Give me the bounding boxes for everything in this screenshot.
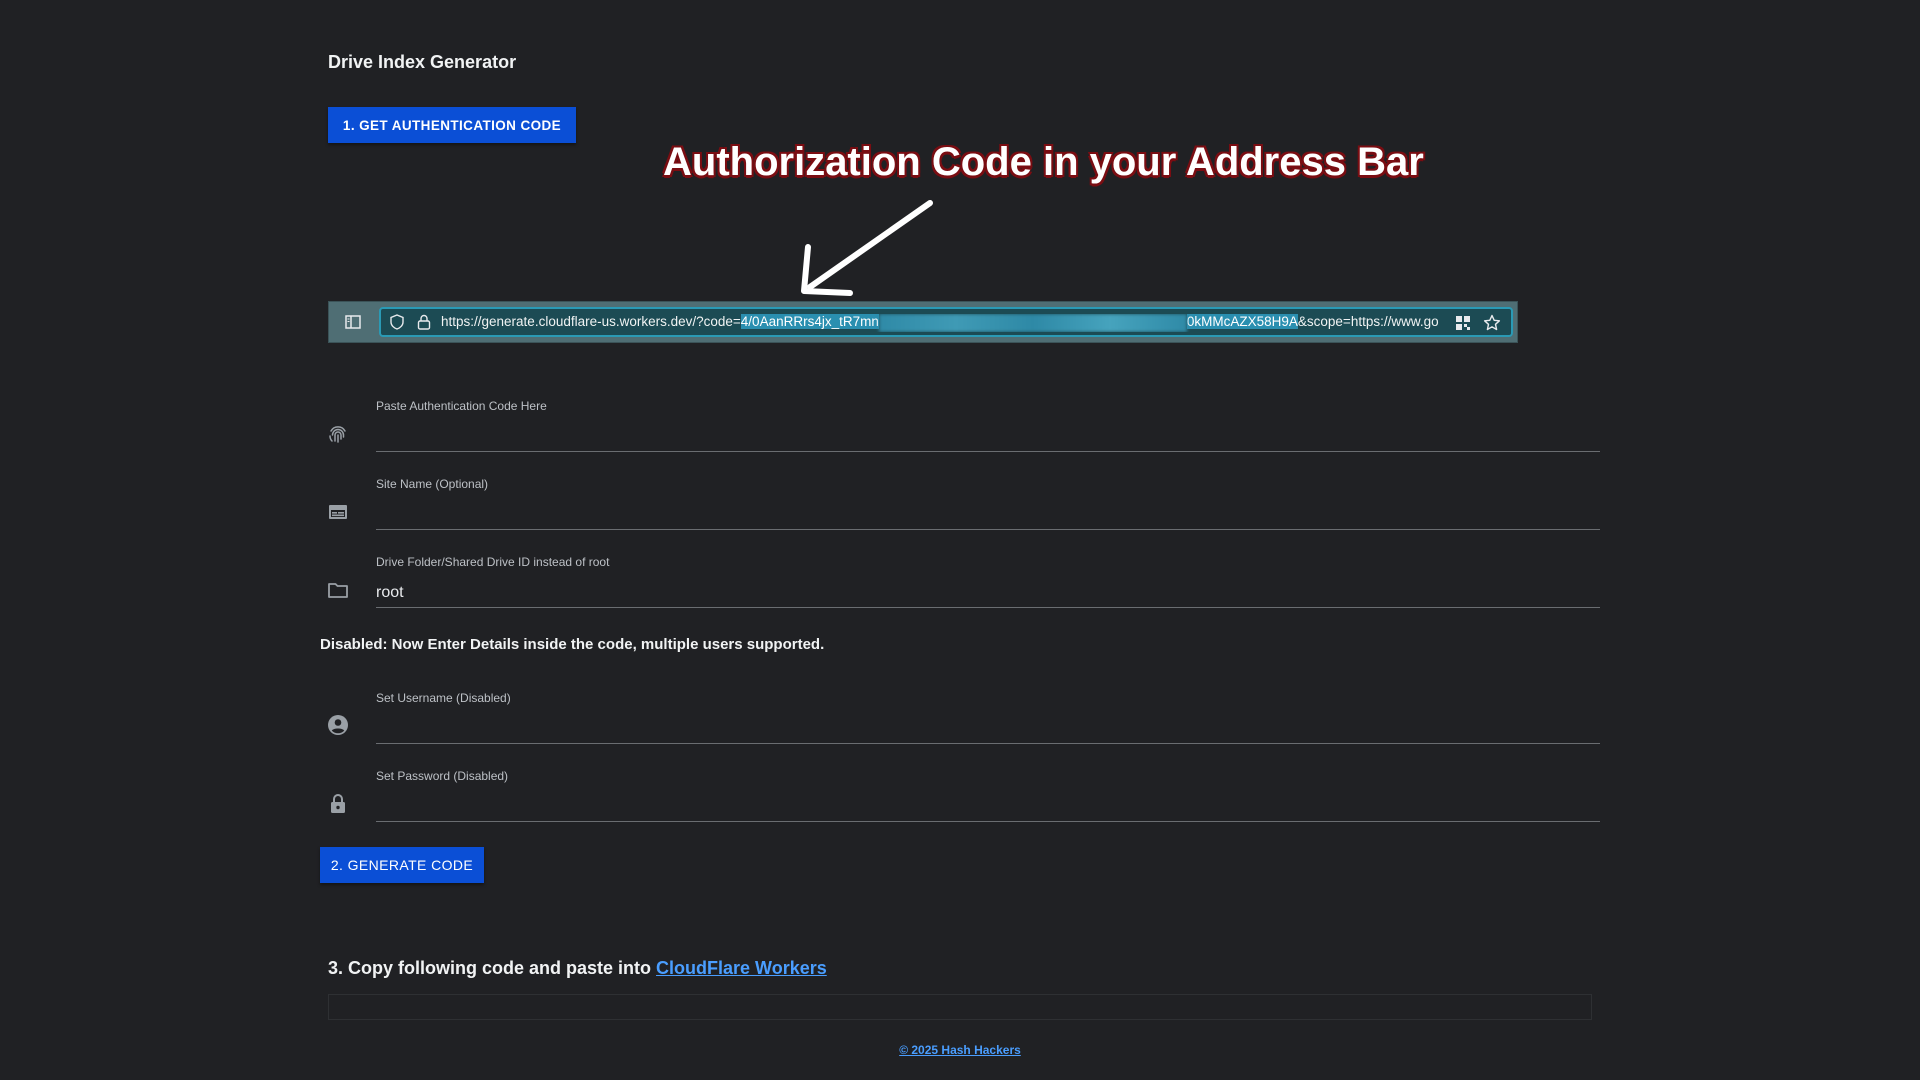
url-prefix: https://generate.cloudflare-us.workers.d…	[441, 314, 741, 329]
disabled-notice: Disabled: Now Enter Details inside the c…	[320, 636, 825, 653]
password-label: Set Password (Disabled)	[376, 769, 509, 783]
app-title: Drive Index Generator	[328, 52, 517, 72]
folder-icon	[328, 583, 348, 598]
username-label: Set Username (Disabled)	[376, 691, 511, 705]
folder-id-input[interactable]	[376, 579, 1600, 608]
step3-text: 3. Copy following code and paste into	[328, 958, 657, 978]
url-code-redacted	[878, 314, 1187, 332]
footer-copyright-link[interactable]: © 2025 Hash Hackers	[899, 1043, 1021, 1057]
sidebar-toggle-icon	[345, 315, 361, 329]
step3-heading: 3. Copy following code and paste into Cl…	[328, 958, 827, 979]
bookmark-star-icon	[1483, 314, 1501, 331]
shield-icon	[390, 314, 404, 330]
cloudflare-workers-link[interactable]: CloudFlare Workers	[656, 958, 827, 978]
url-field: https://generate.cloudflare-us.workers.d…	[379, 307, 1513, 337]
url-suffix: &scope=https://www.go	[1297, 314, 1439, 329]
get-authentication-code-button[interactable]: 1. GET AUTHENTICATION CODE	[328, 107, 576, 143]
web-asset-icon	[329, 505, 347, 519]
padlock-icon	[417, 314, 431, 330]
browser-address-bar-screenshot: https://generate.cloudflare-us.workers.d…	[328, 301, 1518, 343]
site-name-input[interactable]	[376, 501, 1600, 530]
url-code-end: 0kMMcAZX58H9A	[1186, 314, 1298, 329]
username-input[interactable]	[376, 715, 1600, 744]
footer: © 2025 Hash Hackers	[0, 1043, 1920, 1057]
site-name-label: Site Name (Optional)	[376, 477, 489, 491]
account-circle-icon	[328, 715, 348, 735]
auth-code-label: Paste Authentication Code Here	[376, 399, 547, 413]
lock-icon	[331, 794, 345, 813]
qr-code-icon	[1456, 316, 1470, 330]
annotation-text: Authorization Code in your Address Bar	[663, 140, 1424, 184]
folder-id-label: Drive Folder/Shared Drive ID instead of …	[376, 555, 610, 569]
url-text: https://generate.cloudflare-us.workers.d…	[441, 314, 1441, 332]
arrow-icon	[801, 200, 933, 296]
generate-code-button[interactable]: 2. GENERATE CODE	[320, 847, 484, 883]
auth-code-input[interactable]	[376, 423, 1600, 452]
generated-code-output[interactable]	[328, 994, 1592, 1020]
fingerprint-icon	[329, 426, 346, 443]
password-input[interactable]	[376, 793, 1600, 822]
url-code-start: 4/0AanRRrs4jx_tR7mn	[740, 314, 879, 329]
